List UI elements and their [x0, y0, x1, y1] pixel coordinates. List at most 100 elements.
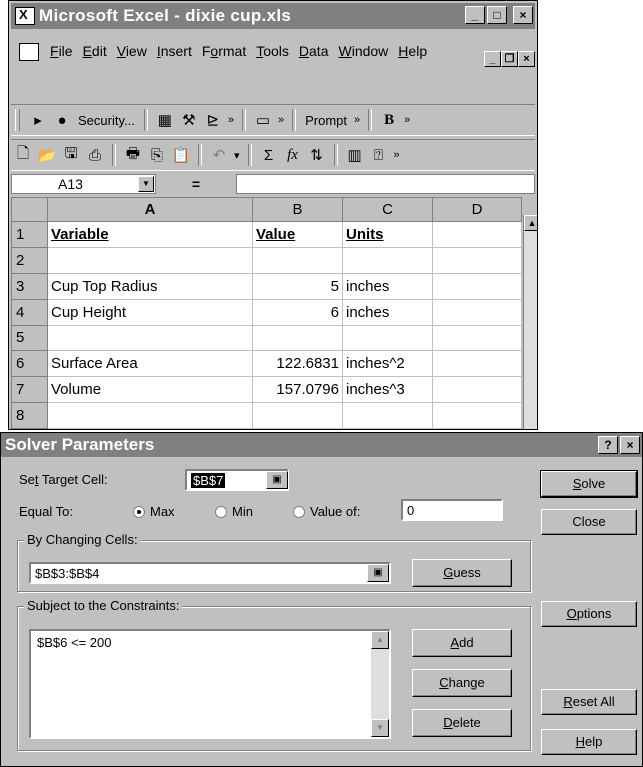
- column-header-b[interactable]: B: [252, 197, 343, 222]
- new-file-icon[interactable]: 🗋: [12, 144, 34, 166]
- menu-file[interactable]: File: [45, 43, 78, 59]
- cell-a[interactable]: Variable: [47, 221, 253, 248]
- cell-d[interactable]: [432, 402, 522, 429]
- close-dialog-button[interactable]: ×: [620, 436, 640, 454]
- cell-c[interactable]: Units: [342, 221, 433, 248]
- minimize-button[interactable]: _: [465, 6, 485, 24]
- cell-a[interactable]: Cup Height: [47, 298, 253, 326]
- cell-a[interactable]: [47, 246, 253, 274]
- help-icon[interactable]: ⍰: [368, 144, 390, 166]
- scroll-down-icon[interactable]: ▼: [371, 719, 389, 737]
- record-macro-icon[interactable]: ●: [51, 109, 73, 131]
- toolbar-grip[interactable]: [15, 109, 20, 131]
- autosum-icon[interactable]: Σ: [258, 144, 280, 166]
- constraint-item[interactable]: $B$6 <= 200: [37, 635, 111, 650]
- constraints-list[interactable]: $B$6 <= 200 ▲ ▼: [29, 629, 391, 739]
- cell-c[interactable]: inches^3: [342, 376, 433, 404]
- excel-title-bar[interactable]: Microsoft Excel - dixie cup.xls _ □ ×: [11, 3, 535, 29]
- cell-b[interactable]: Value: [252, 221, 343, 248]
- changing-cells-input[interactable]: $B$3:$B$4: [29, 562, 391, 584]
- cell-a[interactable]: [47, 324, 253, 352]
- save-icon[interactable]: 🖫: [60, 144, 82, 166]
- row-header[interactable]: 6: [11, 350, 48, 378]
- undo-icon[interactable]: ↶: [208, 144, 230, 166]
- menu-edit[interactable]: Edit: [78, 43, 112, 59]
- formula-input[interactable]: [236, 174, 535, 194]
- paste-icon[interactable]: 📋: [170, 144, 192, 166]
- select-all-corner[interactable]: [11, 197, 48, 222]
- help-question-button[interactable]: ?: [598, 436, 618, 454]
- radio-min[interactable]: Min: [215, 504, 253, 519]
- cell-b[interactable]: [252, 246, 343, 274]
- cell-c[interactable]: inches: [342, 272, 433, 300]
- menu-data[interactable]: Data: [294, 43, 334, 59]
- prompt-button[interactable]: Prompt: [302, 109, 350, 131]
- value-of-input[interactable]: 0: [401, 499, 503, 521]
- control-icon[interactable]: ▭: [252, 109, 274, 131]
- radio-value-of[interactable]: Value of:: [293, 504, 360, 519]
- cell-c[interactable]: inches^2: [342, 350, 433, 378]
- cell-d[interactable]: [432, 221, 522, 248]
- menu-insert[interactable]: Insert: [152, 43, 197, 59]
- column-header-c[interactable]: C: [342, 197, 433, 222]
- close-window-button[interactable]: ×: [513, 6, 533, 24]
- cell-d[interactable]: [432, 350, 522, 378]
- cell-c[interactable]: [342, 402, 433, 429]
- guess-button[interactable]: Guess: [412, 559, 512, 587]
- function-icon[interactable]: fx: [282, 144, 304, 166]
- radio-max[interactable]: Max: [133, 504, 175, 519]
- cell-b[interactable]: [252, 402, 343, 429]
- bold-button[interactable]: B: [378, 109, 400, 131]
- doc-restore-button[interactable]: ❐: [501, 51, 518, 67]
- tools-icon[interactable]: ⚒: [178, 109, 200, 131]
- close-button[interactable]: Close: [541, 509, 637, 535]
- scroll-up-icon[interactable]: ▲: [371, 631, 389, 649]
- solve-button[interactable]: Solve: [540, 470, 638, 498]
- more-buttons-icon[interactable]: »: [394, 149, 400, 161]
- help-button[interactable]: Help: [541, 729, 637, 755]
- constraints-scrollbar[interactable]: ▲ ▼: [371, 631, 389, 737]
- scroll-up-icon[interactable]: ▲: [524, 215, 537, 231]
- cell-b[interactable]: [252, 324, 343, 352]
- menu-tools[interactable]: Tools: [251, 43, 294, 59]
- run-macro-icon[interactable]: ▸: [27, 109, 49, 131]
- name-box[interactable]: A13 ▼: [11, 174, 156, 194]
- row-header[interactable]: 4: [11, 298, 48, 326]
- maximize-button[interactable]: □: [487, 6, 507, 24]
- chevron-down-icon[interactable]: ▼: [138, 176, 154, 192]
- menu-view[interactable]: View: [112, 43, 152, 59]
- cell-a[interactable]: [47, 402, 253, 429]
- vertical-scrollbar[interactable]: ▲: [523, 215, 537, 429]
- solver-title-bar[interactable]: Solver Parameters ? ×: [1, 433, 642, 457]
- add-constraint-button[interactable]: Add: [412, 629, 512, 657]
- more-buttons-icon[interactable]: »: [354, 114, 360, 126]
- undo-dropdown-icon[interactable]: ▾: [234, 149, 240, 162]
- cell-b[interactable]: 5: [252, 272, 343, 300]
- cell-a[interactable]: Volume: [47, 376, 253, 404]
- print-icon[interactable]: 🖶: [122, 144, 144, 166]
- security-button[interactable]: Security...: [75, 109, 138, 131]
- change-constraint-button[interactable]: Change: [412, 669, 512, 697]
- workbook-icon[interactable]: [19, 43, 39, 61]
- menu-window[interactable]: Window: [333, 43, 393, 59]
- sort-ascending-icon[interactable]: ⇅: [306, 144, 328, 166]
- open-folder-icon[interactable]: 📂: [36, 144, 58, 166]
- cell-d[interactable]: [432, 376, 522, 404]
- row-header[interactable]: 1: [11, 221, 48, 248]
- cell-c[interactable]: [342, 324, 433, 352]
- cell-d[interactable]: [432, 298, 522, 326]
- row-header[interactable]: 7: [11, 376, 48, 404]
- more-buttons-icon[interactable]: »: [404, 114, 410, 126]
- doc-close-button[interactable]: ×: [518, 51, 535, 67]
- excel-app-icon[interactable]: [15, 7, 35, 25]
- delete-constraint-button[interactable]: Delete: [412, 709, 512, 737]
- doc-minimize-button[interactable]: _: [484, 51, 501, 67]
- copy-icon[interactable]: ⎘: [146, 144, 168, 166]
- visual-basic-icon[interactable]: ▦: [154, 109, 176, 131]
- options-button[interactable]: Options: [541, 601, 637, 627]
- chart-wizard-icon[interactable]: ▥: [344, 144, 366, 166]
- cell-b[interactable]: 157.0796: [252, 376, 343, 404]
- more-buttons-icon[interactable]: »: [228, 114, 234, 126]
- reset-all-button[interactable]: Reset All: [541, 689, 637, 715]
- column-header-a[interactable]: A: [47, 197, 253, 222]
